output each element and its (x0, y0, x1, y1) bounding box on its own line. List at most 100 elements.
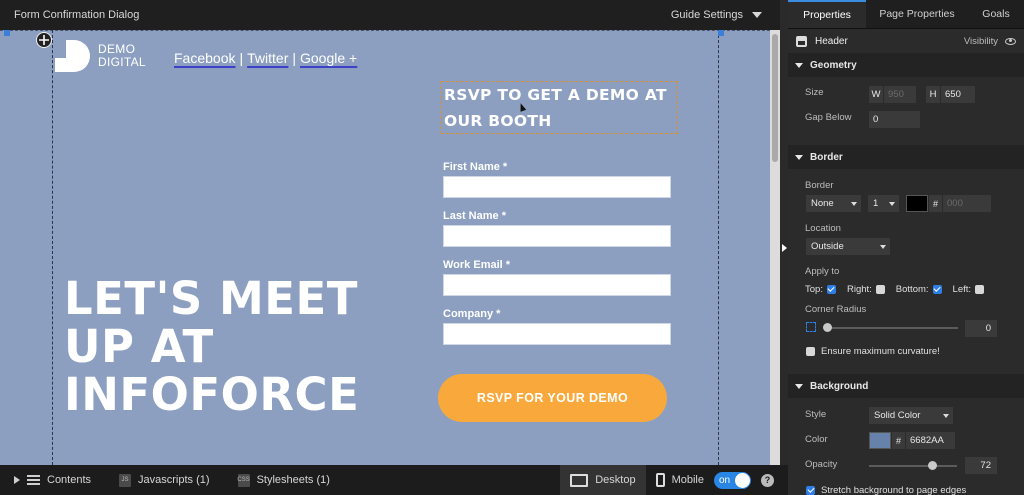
bg-style-select[interactable]: Solid Color (869, 407, 953, 424)
top-checkbox[interactable] (826, 284, 836, 294)
stylesheets-label: Stylesheets (1) (256, 474, 330, 486)
apply-to-row: Top: Right: Bottom: Left: (805, 283, 1024, 295)
logo-text: DEMO DIGITAL (98, 43, 146, 69)
chevron-down-icon (795, 62, 803, 68)
gap-below-input[interactable]: 0 (869, 111, 920, 128)
logo-mark-icon (55, 40, 90, 72)
scrollbar-thumb[interactable] (772, 34, 778, 162)
bg-style-value: Solid Color (874, 410, 921, 421)
height-input[interactable]: 650 (941, 86, 975, 103)
twitter-link[interactable]: Twitter (247, 50, 288, 66)
work-email-label: Work Email * (443, 259, 511, 271)
right-checkbox[interactable] (875, 284, 885, 294)
toggle-knob (735, 472, 750, 488)
headline-line-3: INFOFORCE (64, 368, 360, 421)
eye-icon[interactable] (1005, 37, 1016, 45)
selected-header-element[interactable]: RSVP TO GET A DEMO AT OUR BOOTH (441, 81, 678, 134)
visibility-label: Visibility (963, 35, 998, 47)
facebook-link[interactable]: Facebook (174, 50, 235, 66)
rsvp-demo-button[interactable]: RSVP FOR YOUR DEMO (438, 374, 667, 422)
panel-splitter[interactable] (780, 0, 788, 465)
list-icon (27, 475, 40, 485)
geometry-title: Geometry (810, 59, 857, 71)
left-checkbox[interactable] (975, 284, 985, 294)
border-width-select[interactable]: 1 (868, 195, 899, 212)
bg-color-swatch[interactable] (869, 432, 891, 449)
border-color-input[interactable]: 000 (943, 195, 991, 212)
corner-radius-knob[interactable] (823, 323, 832, 332)
logo-line-2: DIGITAL (98, 55, 146, 69)
tab-properties[interactable]: Properties (788, 0, 866, 28)
panel-tabs: Properties Page Properties Goals (788, 0, 1024, 29)
border-color-field[interactable]: # 000 (906, 195, 991, 212)
bottom-toolbar: Contents JS Javascripts (1) CSS Styleshe… (0, 465, 788, 495)
location-select[interactable]: Outside (806, 238, 890, 255)
separator: | (239, 50, 244, 66)
geometry-section-header[interactable]: Geometry (788, 53, 1024, 77)
border-title: Border (810, 151, 843, 163)
opacity-knob[interactable] (927, 461, 937, 470)
stretch-label: Stretch background to page edges (821, 484, 967, 495)
desktop-view-button[interactable]: Desktop (560, 465, 646, 495)
canvas-scrollbar[interactable] (770, 30, 780, 465)
javascripts-button[interactable]: JS Javascripts (1) (105, 465, 224, 495)
guide-settings-button[interactable]: Guide Settings (671, 9, 762, 21)
mobile-toggle[interactable]: on (714, 471, 751, 489)
header-element-icon (796, 35, 807, 47)
editor-root: Form Confirmation Dialog Guide Settings … (0, 0, 1024, 495)
curvature-label: Ensure maximum curvature! (821, 345, 940, 357)
background-section-header[interactable]: Background (788, 374, 1024, 398)
bg-color-field[interactable]: # 6682AA (869, 432, 955, 449)
left-label: Left: (952, 283, 972, 295)
company-input[interactable] (443, 323, 671, 345)
js-file-icon: JS (119, 473, 132, 487)
opacity-slider[interactable] (869, 465, 957, 467)
stretch-row: Stretch background to page edges (806, 484, 1024, 495)
hash-prefix: # (891, 432, 906, 449)
chevron-down-icon (851, 202, 857, 206)
first-name-input[interactable] (443, 176, 671, 198)
hero-headline[interactable]: LET'S MEET UP AT INFOFORCE (64, 275, 359, 419)
border-style-value: None (811, 198, 834, 209)
phone-icon (655, 473, 665, 487)
tab-goals[interactable]: Goals (968, 0, 1024, 28)
opacity-input[interactable]: 72 (965, 457, 997, 474)
headline-line-1: LET'S MEET (64, 272, 358, 325)
corner-radius-input[interactable]: 0 (965, 320, 997, 337)
toggle-label: on (719, 474, 731, 486)
stretch-checkbox[interactable] (806, 485, 815, 495)
width-prefix: W (869, 86, 884, 103)
curvature-checkbox[interactable] (806, 346, 815, 356)
headline-line-2: UP AT (64, 320, 214, 373)
tab-page-properties[interactable]: Page Properties (866, 0, 968, 28)
width-input[interactable]: 950 (884, 86, 916, 103)
stylesheets-button[interactable]: CSS Stylesheets (1) (224, 465, 344, 495)
google-plus-link[interactable]: Google + (300, 50, 357, 66)
javascripts-label: Javascripts (1) (138, 474, 210, 486)
contents-button[interactable]: Contents (0, 465, 105, 495)
width-field[interactable]: W 950 (869, 86, 916, 103)
properties-panel: Properties Page Properties Goals Header … (788, 0, 1024, 495)
background-title: Background (810, 380, 869, 392)
move-handle-icon[interactable] (36, 32, 52, 48)
bg-color-input[interactable]: 6682AA (906, 432, 955, 449)
mobile-view-button[interactable]: Mobile (646, 465, 714, 495)
corner-marker-right (718, 30, 724, 36)
border-style-select[interactable]: None (806, 195, 861, 212)
element-name: Header (815, 35, 848, 47)
guide-line-top (0, 30, 770, 31)
help-icon[interactable]: ? (761, 473, 774, 487)
height-field[interactable]: H 650 (926, 86, 975, 103)
last-name-label: Last Name * (443, 210, 506, 222)
page-canvas[interactable]: DEMO DIGITAL Facebook | Twitter | Google… (0, 30, 770, 465)
work-email-input[interactable] (443, 274, 671, 296)
border-section-header[interactable]: Border (788, 145, 1024, 169)
bg-style-label: Style (805, 409, 827, 420)
bottom-checkbox[interactable] (932, 284, 942, 294)
collapse-arrow-icon[interactable] (782, 244, 787, 252)
expand-arrow-icon (14, 476, 20, 484)
last-name-input[interactable] (443, 225, 671, 247)
corner-radius-slider[interactable] (826, 327, 958, 329)
border-color-swatch[interactable] (906, 195, 928, 212)
guide-settings-label: Guide Settings (670, 9, 743, 21)
